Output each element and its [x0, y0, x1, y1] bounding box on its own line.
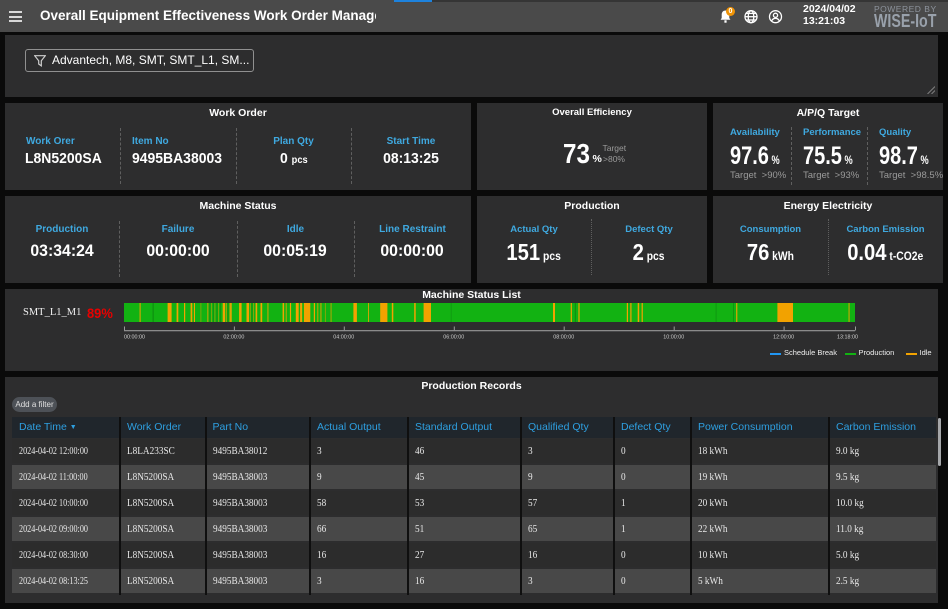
svg-text:06:00:00: 06:00:00	[443, 335, 464, 341]
svg-text:02:00:00: 02:00:00	[223, 335, 244, 341]
svg-text:13:18:00: 13:18:00	[837, 335, 858, 341]
svg-text:10:00:00: 10:00:00	[663, 335, 684, 341]
svg-text:08:00:00: 08:00:00	[553, 335, 574, 341]
svg-text:00:00:00: 00:00:00	[124, 335, 145, 341]
svg-text:04:00:00: 04:00:00	[333, 335, 354, 341]
svg-text:12:00:00: 12:00:00	[773, 335, 794, 341]
